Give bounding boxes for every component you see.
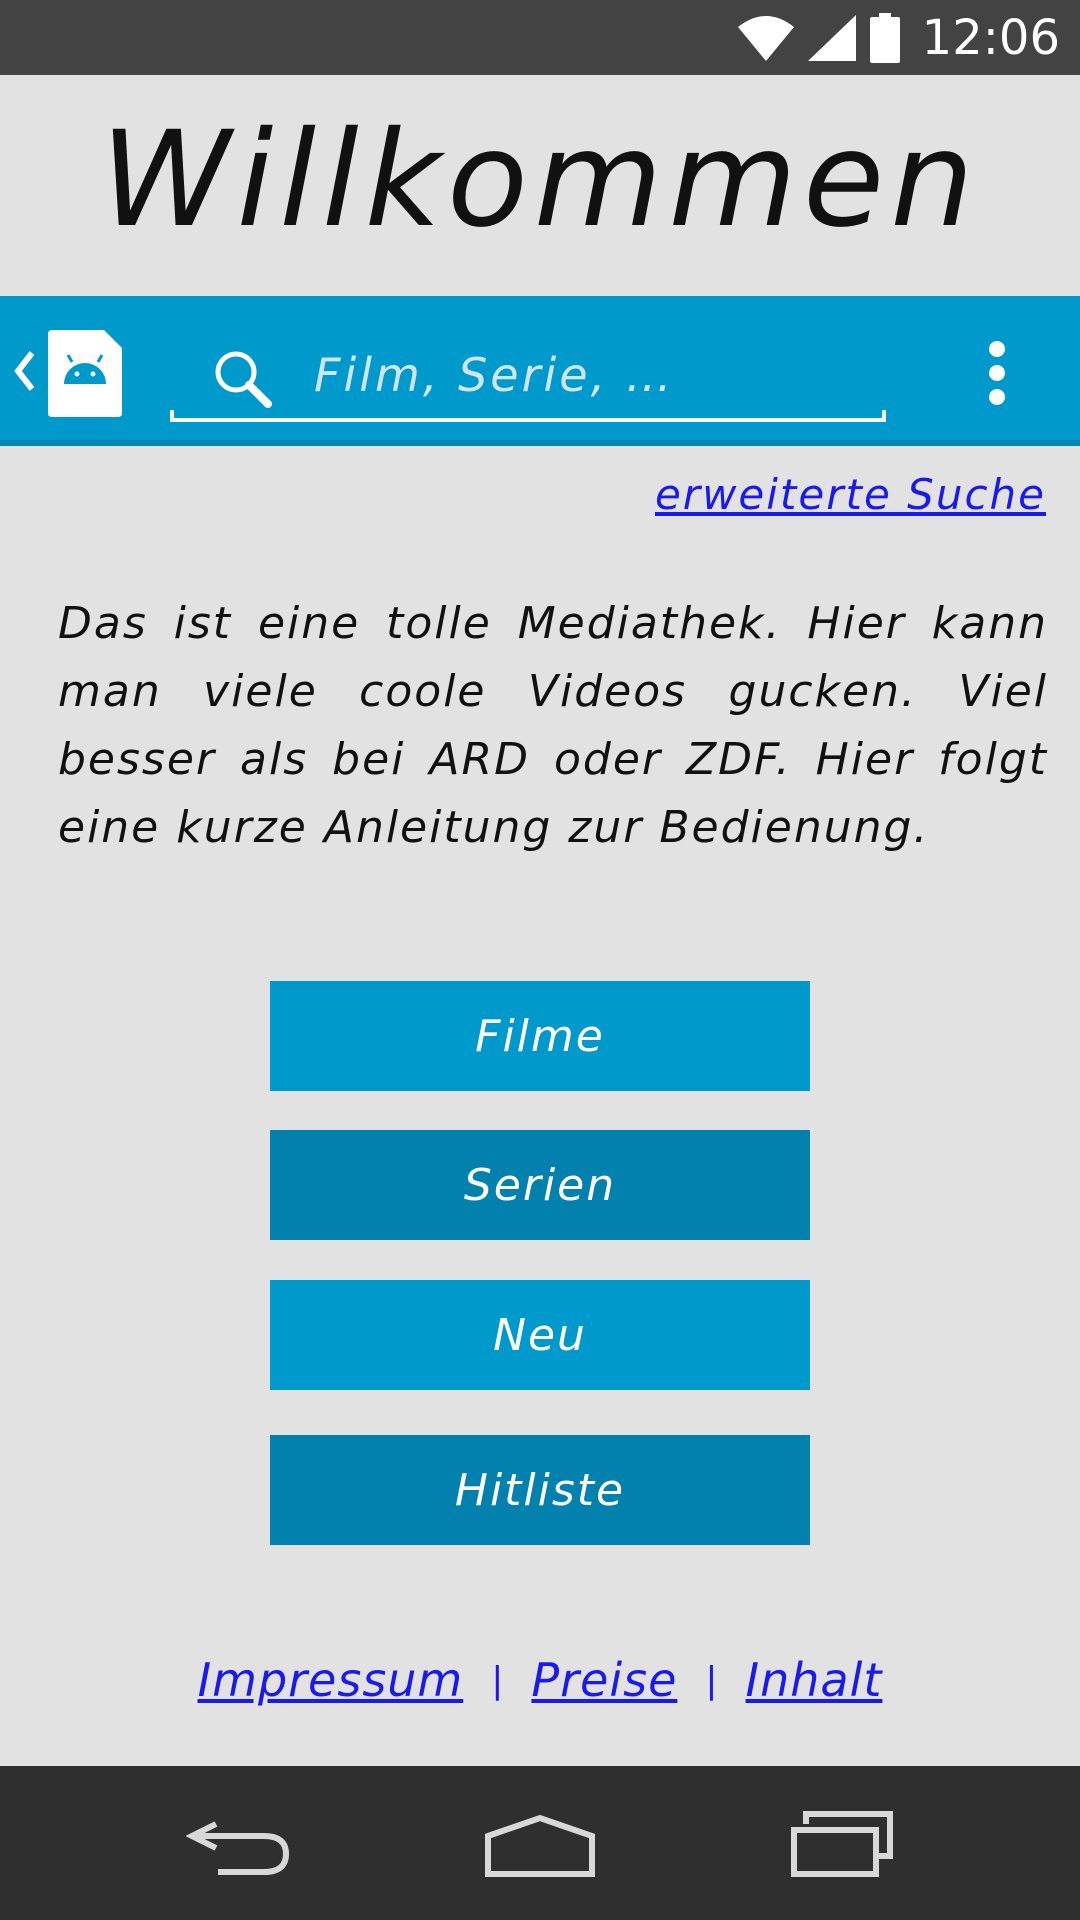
signal-icon — [807, 14, 856, 61]
back-icon[interactable] — [186, 1814, 290, 1878]
footer-separator: | — [491, 1659, 504, 1701]
footer-separator: | — [705, 1659, 718, 1701]
battery-icon — [869, 12, 900, 63]
status-bar: 12:06 — [0, 0, 1080, 75]
overflow-menu-icon[interactable] — [984, 338, 1010, 408]
android-app-icon[interactable] — [48, 330, 122, 417]
status-time: 12:06 — [921, 9, 1060, 66]
inhalt-link[interactable]: Inhalt — [746, 1653, 883, 1707]
hitliste-button[interactable]: Hitliste — [270, 1435, 810, 1545]
action-bar: Film, Serie, … — [0, 296, 1080, 446]
neu-button[interactable]: Neu — [270, 1280, 810, 1390]
recents-icon[interactable] — [790, 1810, 894, 1878]
system-nav-bar — [0, 1766, 1080, 1920]
impressum-link[interactable]: Impressum — [198, 1653, 464, 1707]
footer-links: Impressum | Preise | Inhalt — [0, 1640, 1080, 1720]
serien-button[interactable]: Serien — [270, 1130, 810, 1240]
search-input[interactable]: Film, Serie, … — [170, 326, 886, 422]
filme-button[interactable]: Filme — [270, 981, 810, 1091]
home-icon[interactable] — [484, 1814, 596, 1878]
wifi-icon — [737, 15, 794, 61]
search-placeholder: Film, Serie, … — [314, 348, 675, 402]
page-title: Willkommen — [100, 103, 980, 257]
back-caret-icon[interactable] — [10, 341, 40, 401]
search-icon — [215, 351, 272, 408]
preise-link[interactable]: Preise — [531, 1653, 677, 1707]
advanced-search-link[interactable]: erweiterte Suche — [655, 470, 1046, 519]
intro-text: Das ist eine tolle Mediathek. Hier kann … — [58, 598, 1048, 853]
